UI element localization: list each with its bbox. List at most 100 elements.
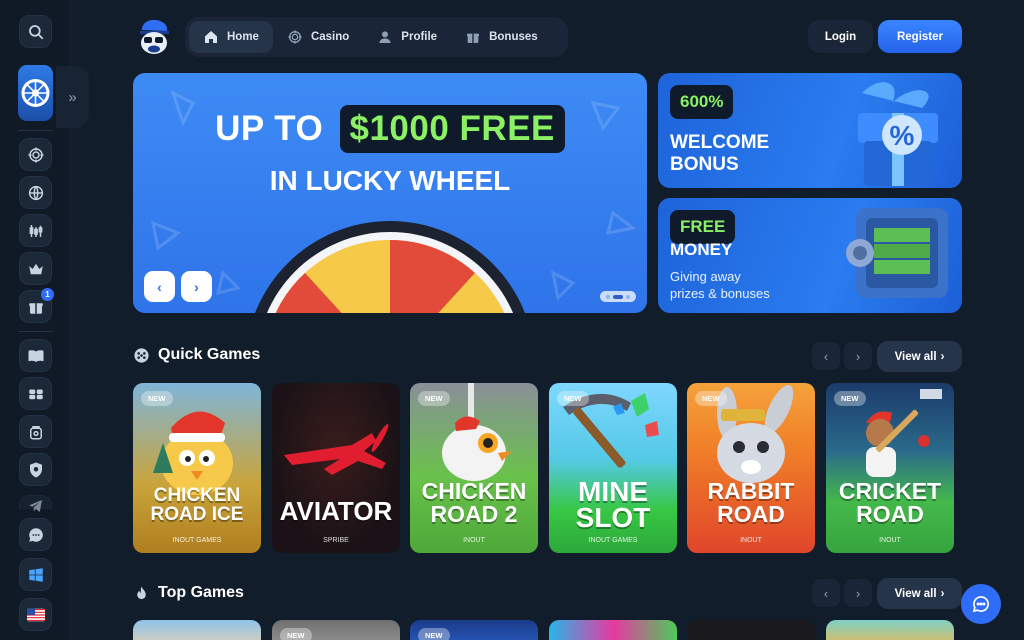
promo-free-money[interactable]: FREE MONEY Giving away prizes & bonuses — [658, 198, 962, 313]
game-provider: INOUT — [740, 537, 762, 544]
fire-icon — [137, 585, 146, 599]
hero-prev-button[interactable]: ‹ — [144, 271, 175, 302]
quick-games-view-all-button[interactable]: View all › — [877, 341, 962, 372]
live-chat-button[interactable] — [961, 584, 1001, 624]
globe-icon — [28, 185, 43, 200]
quick-games-next-button[interactable]: › — [844, 342, 872, 370]
new-badge: NEW — [557, 391, 589, 406]
sidebar-item-vip[interactable] — [19, 252, 52, 285]
game-card-cricket-road[interactable]: NEW CRICKET ROAD INOUT — [826, 383, 954, 553]
crown-icon — [28, 263, 43, 274]
gift-icon — [467, 33, 480, 43]
game-title-line1: RABBIT — [707, 478, 795, 504]
candles-icon — [29, 224, 42, 237]
game-provider: INOUT GAMES — [172, 537, 222, 544]
sidebar-item-rules[interactable] — [19, 339, 52, 372]
nav-label: Bonuses — [489, 31, 538, 43]
sidebar-item-download-app[interactable] — [19, 558, 52, 591]
quick-games-prev-button[interactable]: ‹ — [812, 342, 840, 370]
top-game-card[interactable] — [133, 620, 261, 640]
sidebar-item-telegram[interactable] — [19, 495, 52, 512]
language-selector[interactable] — [19, 598, 52, 631]
game-card-aviator[interactable]: AVIATOR SPRIBE — [272, 383, 400, 553]
top-game-card[interactable] — [549, 620, 677, 640]
promo-title-line1: WELCOME — [670, 132, 770, 153]
promo-subtitle-line2: prizes & bonuses — [670, 286, 770, 301]
register-button[interactable]: Register — [878, 20, 962, 53]
windows-icon — [28, 567, 43, 582]
game-title-line2: ROAD ICE — [150, 504, 244, 525]
hero-banner[interactable]: UP TO $1000 FREE IN LUCKY WHEEL ‹ › — [133, 73, 647, 313]
nav-tab-profile[interactable]: Profile — [363, 21, 451, 53]
sidebar-item-trading[interactable] — [19, 214, 52, 247]
chat-icon — [28, 527, 43, 542]
game-card-mine-slot[interactable]: NEW MINE SLOT INOUT GAMES — [549, 383, 677, 553]
sidebar-item-safe[interactable] — [19, 415, 52, 448]
game-card-chicken-road-2[interactable]: NEW CHICKEN ROAD 2 INOUT — [410, 383, 538, 553]
promo-welcome-bonus[interactable]: % 600% WELCOME BONUS — [658, 73, 962, 188]
new-badge: NEW — [418, 628, 450, 640]
book-icon — [28, 349, 43, 362]
chevron-right-icon: › — [940, 350, 945, 363]
promo-subtitle-line1: Giving away — [670, 269, 741, 284]
pagination-dot[interactable] — [626, 294, 630, 299]
home-icon — [205, 31, 217, 43]
sidebar-item-language[interactable] — [19, 176, 52, 209]
top-games-prev-button[interactable]: ‹ — [812, 579, 840, 607]
chicken-road-2-artwork — [442, 383, 512, 481]
sidebar-item-support[interactable] — [19, 518, 52, 551]
game-title-line1: CHICKEN — [421, 478, 527, 504]
hero-amount-pill: $1000 FREE — [339, 105, 565, 153]
hero-pagination[interactable] — [600, 291, 636, 302]
casino-chip-icon — [288, 30, 302, 44]
sidebar-item-bonuses[interactable]: 1 — [19, 288, 54, 323]
hero-next-button[interactable]: › — [181, 271, 212, 302]
cricket-player-artwork — [866, 389, 942, 477]
double-chevron-right-icon: » — [68, 88, 77, 106]
game-title-line1: CHICKEN — [153, 485, 241, 506]
nav-tab-home[interactable]: Home — [189, 21, 273, 53]
pagination-dot-active[interactable] — [613, 294, 623, 299]
svg-text:%: % — [890, 120, 915, 151]
app-root: » 1 Home Casino Profile Bonuses Login Re… — [0, 0, 1024, 640]
top-games-view-all-button[interactable]: View all › — [877, 578, 962, 609]
game-provider: SPRIBE — [323, 537, 349, 544]
chevron-left-icon: ‹ — [823, 348, 829, 364]
game-title-line1: CRICKET — [838, 478, 942, 504]
site-logo[interactable] — [136, 18, 172, 56]
sidebar-expand-toggle[interactable]: » — [56, 66, 89, 128]
chevron-left-icon: ‹ — [823, 585, 829, 601]
login-button[interactable]: Login — [808, 20, 873, 53]
hero-headline: UP TO $1000 FREE — [133, 105, 647, 153]
top-game-card[interactable]: NEW — [272, 620, 400, 640]
lucky-wheel-illustration — [255, 221, 525, 313]
nav-label: Profile — [401, 31, 438, 43]
pagination-dot[interactable] — [606, 294, 610, 299]
game-provider: INOUT — [463, 537, 485, 544]
sidebar: » 1 — [0, 0, 89, 640]
top-game-card[interactable]: NEW — [410, 620, 538, 640]
top-game-card[interactable] — [687, 620, 815, 640]
sidebar-item-casino[interactable] — [19, 138, 52, 171]
notification-badge: 1 — [41, 288, 54, 301]
game-provider: INOUT GAMES — [588, 537, 638, 544]
money-safe-illustration — [846, 208, 948, 298]
nav-tab-bonuses[interactable]: Bonuses — [451, 21, 552, 53]
new-badge: NEW — [834, 391, 866, 406]
user-icon — [379, 31, 391, 43]
game-card-rabbit-road[interactable]: NEW RABBIT ROAD INOUT — [687, 383, 815, 553]
top-games-next-button[interactable]: › — [844, 579, 872, 607]
chat-icon — [972, 596, 989, 613]
search-button[interactable] — [19, 15, 52, 48]
top-game-card[interactable] — [826, 620, 954, 640]
chevron-right-icon: › — [855, 348, 861, 364]
game-card-chicken-road-ice[interactable]: NEW CHICKEN ROAD ICE INOUT GAMES — [133, 383, 261, 553]
promo-title-line2: BONUS — [670, 154, 739, 175]
sidebar-item-security[interactable] — [19, 453, 52, 486]
nav-tab-casino[interactable]: Casino — [273, 21, 363, 53]
sidebar-divider — [18, 130, 53, 131]
sidebar-item-sports[interactable] — [19, 377, 52, 410]
lucky-wheel-shortcut[interactable] — [18, 65, 53, 121]
sidebar-divider — [18, 331, 53, 332]
aviator-plane-artwork — [284, 424, 389, 475]
